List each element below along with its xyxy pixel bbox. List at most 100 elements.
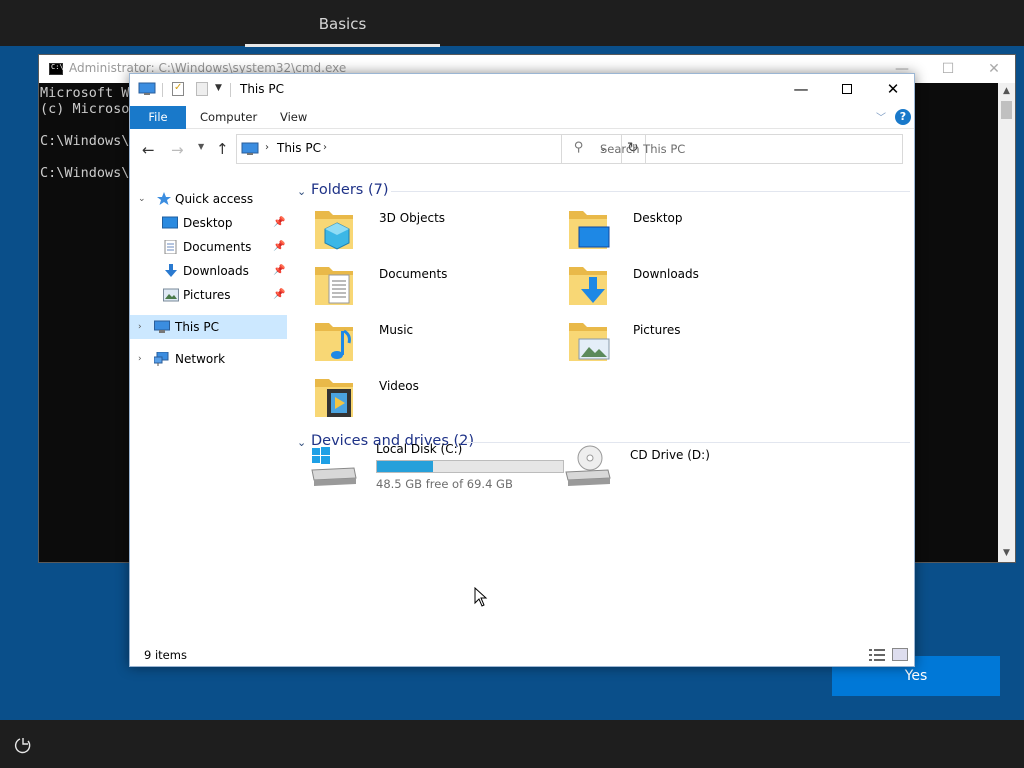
scroll-thumb[interactable] (1001, 101, 1012, 119)
pin-icon[interactable]: 📌 (273, 283, 285, 307)
documents-icon (164, 240, 177, 254)
folder-3d-objects[interactable]: 3D Objects (313, 207, 563, 261)
nav-label: This PC (175, 320, 219, 334)
tab-file[interactable]: File (130, 106, 186, 129)
chevron-right-icon[interactable]: › (323, 142, 327, 153)
chevron-right-icon[interactable]: › (138, 347, 142, 371)
downloads-folder-icon (569, 267, 607, 305)
ribbon-tabs: File Computer View ﹀ ? (130, 105, 914, 129)
scroll-down-icon[interactable]: ▼ (998, 545, 1015, 562)
nav-item-pictures[interactable]: Pictures 📌 (130, 283, 287, 307)
folder-label: Music (379, 323, 414, 337)
documents-folder-icon (315, 267, 353, 305)
tab-basics[interactable]: Basics (245, 0, 440, 46)
pin-icon[interactable]: 📌 (273, 211, 285, 235)
accessibility-icon[interactable] (14, 736, 32, 754)
folder-label: 3D Objects (379, 211, 446, 225)
nav-item-network[interactable]: › Network (130, 347, 287, 371)
nav-label: Pictures (183, 288, 231, 302)
videos-folder-icon (315, 379, 353, 417)
recent-locations-icon[interactable]: ▼ (198, 142, 204, 151)
search-box[interactable]: ⚲ (561, 134, 903, 164)
oobe-header-bar (0, 0, 1024, 46)
drive-local-disk-c[interactable]: Local Disk (C:) 48.5 GB free of 69.4 GB (310, 442, 564, 496)
file-explorer-window[interactable]: ▼ This PC — ✕ File Computer View ﹀ ? ← →… (129, 73, 915, 667)
disk-usage-fill (377, 461, 433, 472)
navigation-pane: ⌄ Quick access Desktop 📌 Documents 📌 Dow… (130, 171, 295, 641)
pin-icon[interactable]: 📌 (273, 259, 285, 283)
folder-downloads[interactable]: Downloads (567, 263, 817, 317)
music-folder-icon (315, 323, 353, 361)
folder-videos[interactable]: Videos (313, 375, 563, 429)
tab-underline (245, 44, 440, 47)
pin-icon[interactable]: 📌 (273, 235, 285, 259)
downloads-icon (165, 264, 177, 277)
divider (230, 83, 231, 97)
this-pc-icon (241, 142, 259, 155)
close-button[interactable]: ✕ (870, 74, 914, 105)
folder-label: Desktop (633, 211, 683, 225)
nav-label: Desktop (183, 216, 233, 230)
folder-desktop[interactable]: Desktop (567, 207, 817, 261)
properties-icon[interactable] (172, 82, 184, 96)
folder-music[interactable]: Music (313, 319, 563, 373)
chevron-down-icon[interactable]: ⌄ (138, 187, 146, 211)
expand-ribbon-icon[interactable]: ﹀ (876, 109, 886, 124)
explorer-titlebar[interactable]: ▼ This PC — ✕ (130, 74, 914, 105)
drive-cd-d[interactable]: CD Drive (D:) (564, 442, 814, 496)
folder-documents[interactable]: Documents (313, 263, 563, 317)
nav-item-downloads[interactable]: Downloads 📌 (130, 259, 287, 283)
folder-pictures[interactable]: Pictures (567, 319, 817, 373)
cmd-scrollbar[interactable]: ▲ ▼ (998, 83, 1015, 562)
chevron-right-icon[interactable]: › (138, 315, 142, 339)
navigation-bar: ← → ▼ ↑ › This PC › ⌄ ↻ ⚲ (130, 129, 914, 171)
maximize-button[interactable] (824, 74, 870, 105)
this-pc-icon (138, 82, 156, 95)
mouse-cursor-icon (474, 587, 488, 607)
this-pc-icon (154, 320, 170, 333)
chevron-down-icon[interactable]: ⌄ (297, 185, 306, 198)
desktop-folder-icon (569, 211, 610, 249)
details-view-icon[interactable] (869, 649, 885, 661)
maximize-icon (842, 84, 852, 94)
scroll-up-icon[interactable]: ▲ (998, 83, 1015, 100)
search-input[interactable] (600, 140, 890, 158)
folder-label: Downloads (633, 267, 699, 281)
drive-label: Local Disk (C:) (376, 442, 463, 456)
nav-item-quick-access[interactable]: ⌄ Quick access (130, 187, 287, 211)
help-icon[interactable]: ? (895, 109, 911, 125)
3d-objects-folder-icon (315, 211, 353, 250)
nav-item-documents[interactable]: Documents 📌 (130, 235, 287, 259)
breadcrumb-this-pc[interactable]: This PC (277, 141, 321, 155)
drive-label: CD Drive (D:) (630, 448, 710, 462)
item-count: 9 items (144, 648, 187, 662)
disk-usage-bar (376, 460, 564, 473)
content-pane[interactable]: ⌄ Folders (7) 3D Objects Desktop Documen… (295, 171, 914, 641)
pictures-folder-icon (569, 323, 610, 361)
star-icon (157, 192, 171, 205)
cd-drive-icon (565, 445, 611, 486)
minimize-button[interactable]: — (778, 74, 824, 105)
forward-arrow-icon[interactable]: → (171, 141, 184, 159)
disk-free-space: 48.5 GB free of 69.4 GB (376, 477, 513, 491)
chevron-down-icon[interactable]: ⌄ (297, 436, 306, 449)
up-arrow-icon[interactable]: ↑ (216, 140, 229, 158)
cmd-close-button[interactable]: ✕ (971, 55, 1017, 83)
tab-view[interactable]: View (280, 106, 307, 129)
nav-item-this-pc[interactable]: › This PC (130, 315, 287, 339)
cmd-maximize-button[interactable]: ☐ (925, 55, 971, 83)
new-folder-icon[interactable] (196, 82, 208, 96)
cmd-app-icon (49, 63, 64, 75)
tiles-view-icon[interactable] (892, 648, 908, 661)
nav-label: Quick access (175, 192, 254, 206)
divider (391, 191, 910, 192)
chevron-right-icon[interactable]: › (265, 142, 269, 153)
customize-toolbar-icon[interactable]: ▼ (215, 83, 222, 93)
folder-label: Pictures (633, 323, 681, 337)
tab-computer[interactable]: Computer (200, 106, 257, 129)
folder-label: Videos (379, 379, 419, 393)
nav-item-desktop[interactable]: Desktop 📌 (130, 211, 287, 235)
back-arrow-icon[interactable]: ← (142, 141, 155, 159)
folders-group-header[interactable]: ⌄ Folders (7) (295, 180, 910, 204)
nav-label: Downloads (183, 264, 249, 278)
